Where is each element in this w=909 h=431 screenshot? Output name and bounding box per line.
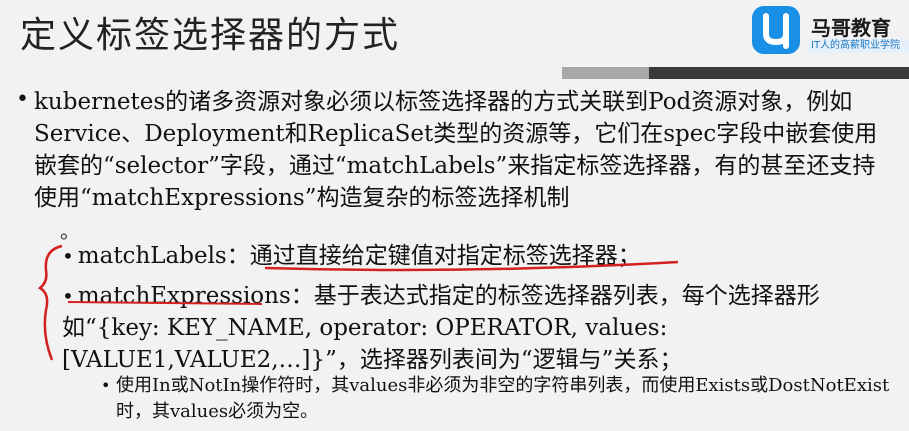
logo-tagline: IT人的高薪职业学院 <box>807 39 909 53</box>
nested-note: 使用In或NotIn操作符时，其values非必须为非空的字符串列表，而使用Ex… <box>116 375 890 422</box>
match-labels-item: • matchLabels：通过直接给定键值对指定标签选择器； <box>62 240 641 272</box>
red-brace <box>37 244 63 361</box>
slide-title: 定义标签选择器的方式 <box>20 15 401 56</box>
logo-name: 马哥教育 <box>811 16 891 40</box>
main-paragraph: kubernetes的诸多资源对象必须以标签选择器的方式关联到Pod资源对象，例… <box>34 89 878 211</box>
header-bar-light <box>562 67 649 79</box>
sub-bullet-icon: • <box>62 284 74 308</box>
match-expressions-item: • matchExpressions：基于表达式指定的标签选择器列表，每个选择器形… <box>62 280 892 376</box>
match-labels-desc: ：通过直接给定键值对指定标签选择器； <box>226 243 641 269</box>
nested-note-item: • 使用In或NotIn操作符时，其values非必须为非空的字符串列表，而使用… <box>101 373 896 425</box>
header-bar-dark <box>649 67 909 79</box>
match-expressions-term: matchExpressions <box>77 283 291 309</box>
nested-bullet-icon: • <box>101 376 111 395</box>
bullet-icon: • <box>16 87 29 112</box>
main-bullet: • kubernetes的诸多资源对象必须以标签选择器的方式关联到Pod资源对象… <box>16 86 894 214</box>
sub-bullet-icon: • <box>62 244 74 268</box>
logo-icon <box>752 6 800 54</box>
match-labels-term: matchLabels <box>77 243 227 269</box>
brand-logo: 马哥教育 IT人的高薪职业学院 <box>749 2 909 64</box>
